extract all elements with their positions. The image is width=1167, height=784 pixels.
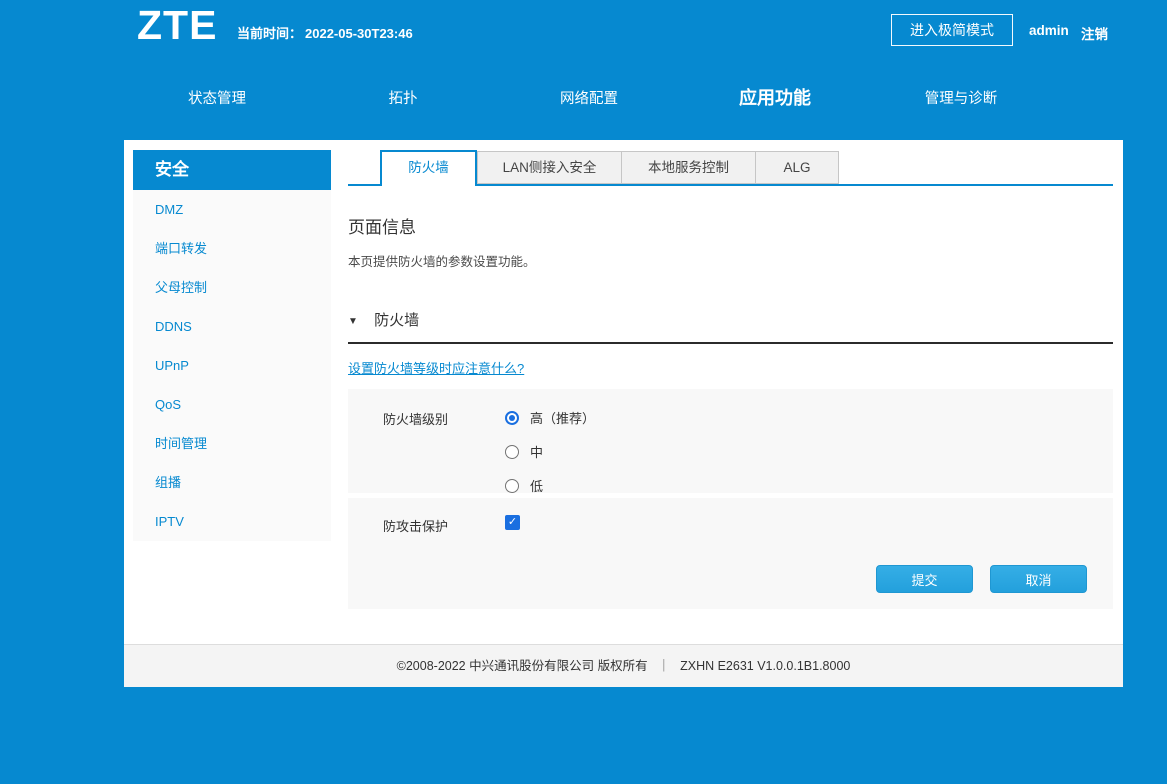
tab-firewall[interactable]: 防火墙 bbox=[380, 150, 477, 186]
simple-mode-button[interactable]: 进入极简模式 bbox=[891, 14, 1013, 46]
radio-option-low[interactable]: 低 bbox=[505, 476, 595, 495]
sidebar-item-port-forwarding[interactable]: 端口转发 bbox=[133, 229, 331, 268]
footer-separator: ｜ bbox=[657, 659, 671, 673]
firewall-level-label: 防火墙级别 bbox=[383, 412, 449, 427]
current-time-value: 2022-05-30T23:46 bbox=[305, 26, 413, 41]
firewall-level-block: 防火墙级别 高（推荐） 中 低 bbox=[348, 389, 1113, 494]
radio-option-medium[interactable]: 中 bbox=[505, 442, 595, 461]
page-info-title: 页面信息 bbox=[348, 218, 416, 237]
sidebar-items: DMZ 端口转发 父母控制 DDNS UPnP QoS 时间管理 组播 IPTV bbox=[133, 190, 331, 541]
radio-icon-high[interactable] bbox=[505, 410, 519, 425]
firewall-section-header[interactable]: ▼ 防火墙 bbox=[348, 309, 1113, 344]
sidebar-item-iptv[interactable]: IPTV bbox=[133, 502, 331, 541]
cancel-button[interactable]: 取消 bbox=[990, 565, 1087, 593]
nav-item-network-config[interactable]: 网络配置 bbox=[496, 87, 682, 108]
radio-option-high[interactable]: 高（推荐） bbox=[505, 408, 595, 427]
firewall-level-options: 高（推荐） 中 低 bbox=[505, 408, 595, 510]
current-time-label: 当前时间： bbox=[237, 26, 303, 41]
submit-button[interactable]: 提交 bbox=[876, 565, 973, 593]
firewall-help-link[interactable]: 设置防火墙等级时应注意什么? bbox=[348, 358, 524, 377]
nav-item-topology[interactable]: 拓扑 bbox=[310, 87, 496, 108]
page-info-description: 本页提供防火墙的参数设置功能。 bbox=[348, 255, 536, 269]
nav-item-management[interactable]: 管理与诊断 bbox=[868, 87, 1054, 108]
page-background: ZTE 当前时间： 2022-05-30T23:46 进入极简模式 admin 注… bbox=[0, 0, 1167, 784]
sidebar-item-parental-control[interactable]: 父母控制 bbox=[133, 268, 331, 307]
radio-label-low: 低 bbox=[530, 479, 544, 494]
tab-bar: 防火墙 LAN侧接入安全 本地服务控制 ALG bbox=[348, 150, 1113, 186]
attack-protection-label: 防攻击保护 bbox=[383, 519, 449, 534]
sidebar-item-multicast[interactable]: 组播 bbox=[133, 463, 331, 502]
attack-protection-checkbox[interactable]: ✓ bbox=[505, 515, 520, 530]
sidebar-item-qos[interactable]: QoS bbox=[133, 385, 331, 424]
sidebar: 安全 DMZ 端口转发 父母控制 DDNS UPnP QoS 时间管理 组播 I… bbox=[133, 150, 331, 541]
tab-lan-access-security[interactable]: LAN侧接入安全 bbox=[477, 151, 622, 184]
username-label: admin bbox=[1029, 23, 1069, 38]
sidebar-item-ddns[interactable]: DDNS bbox=[133, 307, 331, 346]
sidebar-item-upnp[interactable]: UPnP bbox=[133, 346, 331, 385]
sidebar-title-security[interactable]: 安全 bbox=[133, 150, 331, 190]
radio-label-medium: 中 bbox=[530, 445, 544, 460]
logout-link[interactable]: 注销 bbox=[1081, 23, 1108, 43]
nav-item-application[interactable]: 应用功能 bbox=[682, 84, 868, 110]
sidebar-item-time-management[interactable]: 时间管理 bbox=[133, 424, 331, 463]
radio-icon-low[interactable] bbox=[505, 478, 519, 493]
tab-local-service-control[interactable]: 本地服务控制 bbox=[621, 151, 756, 184]
sidebar-item-dmz[interactable]: DMZ bbox=[133, 190, 331, 229]
collapse-arrow-icon[interactable]: ▼ bbox=[348, 316, 358, 327]
nav-item-status[interactable]: 状态管理 bbox=[124, 87, 310, 108]
current-time: 当前时间： 2022-05-30T23:46 bbox=[237, 23, 416, 42]
firewall-section-title: 防火墙 bbox=[374, 312, 420, 329]
main-content: 防火墙 LAN侧接入安全 本地服务控制 ALG 页面信息 本页提供防火墙的参数设… bbox=[348, 150, 1113, 609]
check-icon: ✓ bbox=[507, 516, 518, 528]
main-nav: 状态管理 拓扑 网络配置 应用功能 管理与诊断 bbox=[124, 74, 1054, 120]
footer-version: ZXHN E2631 V1.0.0.1B1.8000 bbox=[680, 659, 851, 673]
attack-protection-block: 防攻击保护 ✓ 提交 取消 bbox=[348, 498, 1113, 609]
tab-alg[interactable]: ALG bbox=[755, 151, 839, 184]
content-card: 安全 DMZ 端口转发 父母控制 DDNS UPnP QoS 时间管理 组播 I… bbox=[124, 140, 1123, 687]
radio-label-high: 高（推荐） bbox=[530, 411, 596, 426]
footer-copyright: ©2008-2022 中兴通讯股份有限公司 版权所有 bbox=[396, 659, 648, 673]
form-actions: 提交 取消 bbox=[383, 565, 1113, 593]
radio-icon-medium[interactable] bbox=[505, 444, 519, 459]
footer: ©2008-2022 中兴通讯股份有限公司 版权所有 ｜ ZXHN E2631 V1… bbox=[124, 644, 1123, 687]
zte-logo: ZTE bbox=[137, 2, 218, 48]
